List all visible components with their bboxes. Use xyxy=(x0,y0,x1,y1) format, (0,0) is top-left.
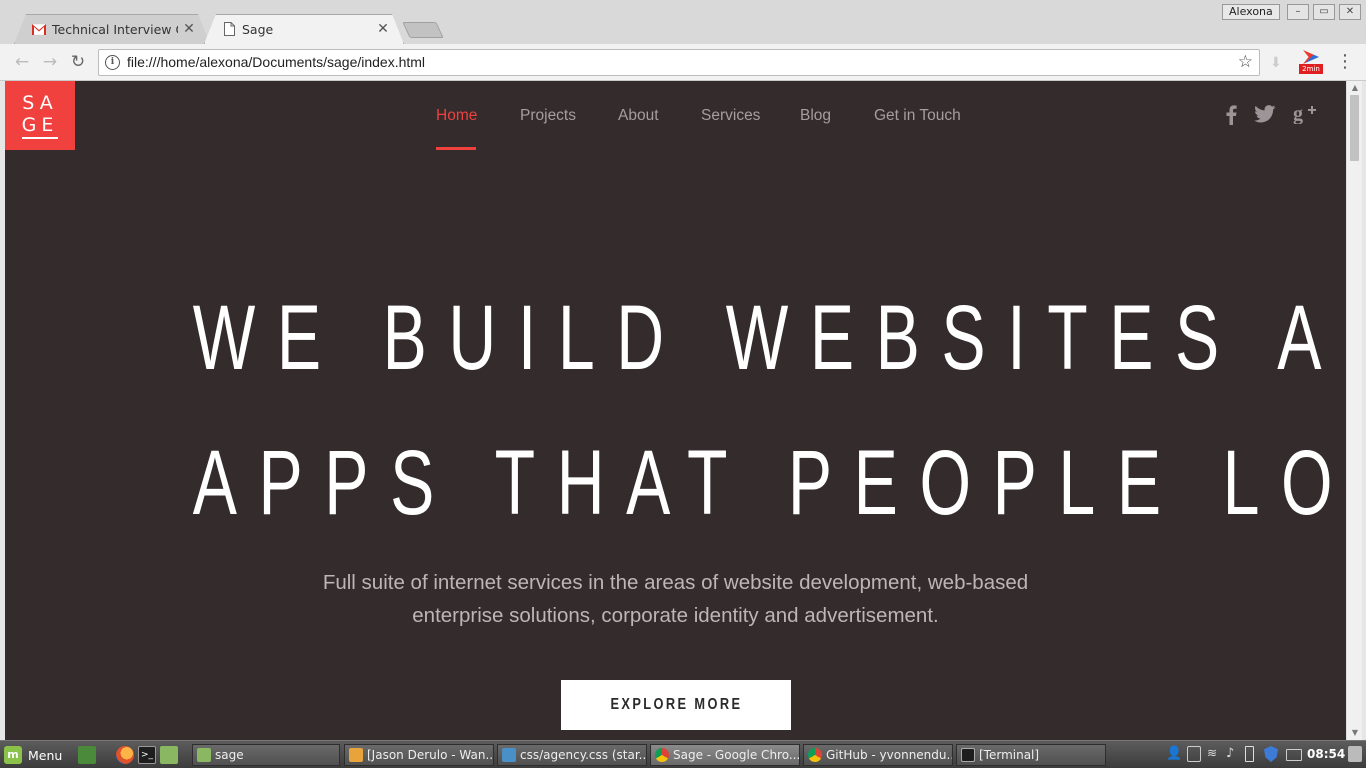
task-label: [Jason Derulo - Wan... xyxy=(367,748,494,762)
scroll-down-arrow-icon[interactable]: ▼ xyxy=(1350,728,1360,738)
reload-icon[interactable]: ↻ xyxy=(68,52,88,72)
nav-get-in-touch[interactable]: Get in Touch xyxy=(874,107,961,125)
user-icon[interactable]: 👤 xyxy=(1166,746,1182,762)
wifi-icon[interactable]: ≋ xyxy=(1207,746,1221,762)
tab-title: Technical Interview Que xyxy=(52,21,178,37)
files-launcher-icon[interactable] xyxy=(160,746,178,764)
browser-toolbar: ← → ↻ i file:///home/alexona/Documents/s… xyxy=(0,44,1366,81)
nav-blog[interactable]: Blog xyxy=(800,107,831,125)
back-arrow-icon[interactable]: ← xyxy=(12,52,32,72)
tab-gmail[interactable]: Technical Interview Que ✕ xyxy=(14,14,210,44)
nav-about[interactable]: About xyxy=(618,107,659,125)
task-label: sage xyxy=(215,748,244,762)
firefox-icon[interactable] xyxy=(116,746,134,764)
volume-icon[interactable]: ♪ xyxy=(1226,746,1240,762)
extension-icon[interactable]: ⬇ xyxy=(1270,55,1284,71)
minimize-button[interactable]: – xyxy=(1287,4,1309,20)
gmail-icon xyxy=(32,22,46,36)
scroll-up-arrow-icon[interactable]: ▲ xyxy=(1350,83,1360,93)
task-label: [Terminal] xyxy=(979,748,1040,762)
nav-home[interactable]: Home xyxy=(436,107,477,125)
hero-subtitle-line1: Full suite of internet services in the a… xyxy=(322,571,1029,594)
task-label: css/agency.css (star... xyxy=(520,748,647,762)
close-window-button[interactable]: ✕ xyxy=(1339,4,1361,20)
task-chrome-github[interactable]: GitHub - yvonnendu... xyxy=(803,744,953,766)
task-sage-folder[interactable]: sage xyxy=(192,744,340,766)
mint-logo-icon: m xyxy=(4,746,22,764)
show-desktop-corner-icon[interactable] xyxy=(1348,746,1362,762)
nav-services[interactable]: Services xyxy=(701,107,760,125)
twitter-icon[interactable] xyxy=(1254,105,1276,129)
task-label: Sage - Google Chro... xyxy=(673,748,800,762)
show-desktop-icon[interactable] xyxy=(78,746,96,764)
media-player-icon xyxy=(349,748,363,762)
svg-text:g: g xyxy=(1293,103,1303,124)
bookmark-star-icon[interactable]: ☆ xyxy=(1238,52,1253,72)
close-tab-icon[interactable]: ✕ xyxy=(182,21,196,37)
address-url[interactable]: file:///home/alexona/Documents/sage/inde… xyxy=(127,54,425,70)
hero-headline-line2: APPS THAT PEOPLE LOVE xyxy=(192,432,1346,534)
extension-badge: 2min xyxy=(1299,64,1323,74)
task-label: GitHub - yvonnendu... xyxy=(826,748,953,762)
folder-icon xyxy=(197,748,211,762)
editor-icon xyxy=(502,748,516,762)
new-tab-button[interactable] xyxy=(402,22,444,38)
page-scrollbar[interactable]: ▲ ▼ xyxy=(1346,81,1362,740)
maximize-button[interactable]: ▭ xyxy=(1313,4,1335,20)
explore-more-label: EXPLORE MORE xyxy=(610,696,742,713)
window-frame xyxy=(1362,81,1366,740)
chrome-icon xyxy=(808,748,822,762)
active-nav-underline xyxy=(436,147,476,150)
hero-subtitle-line2: enterprise solutions, corporate identity… xyxy=(412,604,939,627)
page-icon xyxy=(222,22,236,36)
task-media-player[interactable]: [Jason Derulo - Wan... xyxy=(344,744,494,766)
tab-title: Sage xyxy=(242,21,274,37)
profile-button[interactable]: Alexona xyxy=(1222,4,1280,20)
hero-headline-line1: WE BUILD WEBSITES AND xyxy=(192,287,1346,389)
menu-label: Menu xyxy=(28,747,63,763)
os-taskbar: m Menu >_ sage [Jason Derulo - Wan... cs… xyxy=(0,740,1366,768)
chrome-icon xyxy=(655,748,669,762)
task-terminal[interactable]: [Terminal] xyxy=(956,744,1106,766)
battery-icon[interactable] xyxy=(1245,746,1254,762)
google-plus-icon[interactable]: g xyxy=(1293,102,1319,130)
update-manager-icon[interactable] xyxy=(1187,746,1201,762)
web-page: SA GE Home Projects About Services Blog … xyxy=(5,81,1346,740)
close-tab-icon[interactable]: ✕ xyxy=(376,21,390,37)
keyboard-icon[interactable] xyxy=(1286,749,1302,761)
clock[interactable]: 08:54 xyxy=(1307,747,1345,761)
forward-arrow-icon[interactable]: → xyxy=(40,52,60,72)
timer-extension-icon[interactable]: 2min xyxy=(1299,50,1323,76)
scrollbar-thumb[interactable] xyxy=(1350,95,1359,161)
facebook-icon[interactable] xyxy=(1225,105,1237,131)
info-icon[interactable]: i xyxy=(105,55,120,70)
nav-projects[interactable]: Projects xyxy=(520,107,576,125)
terminal-icon xyxy=(961,748,975,762)
terminal-launcher-icon[interactable]: >_ xyxy=(138,746,156,764)
task-editor[interactable]: css/agency.css (star... xyxy=(497,744,647,766)
shield-icon[interactable] xyxy=(1264,746,1278,762)
task-chrome-sage[interactable]: Sage - Google Chro... xyxy=(650,744,800,766)
start-menu-button[interactable]: m Menu xyxy=(4,745,62,765)
tab-sage[interactable]: Sage ✕ xyxy=(204,14,404,44)
explore-more-button[interactable]: EXPLORE MORE xyxy=(561,680,791,730)
site-nav: Home Projects About Services Blog Get in… xyxy=(5,81,1346,150)
browser-tab-strip: Technical Interview Que ✕ Sage ✕ Alexona… xyxy=(0,0,1366,44)
address-bar[interactable]: i file:///home/alexona/Documents/sage/in… xyxy=(98,49,1260,76)
browser-menu-icon[interactable]: ⋮ xyxy=(1336,53,1354,73)
